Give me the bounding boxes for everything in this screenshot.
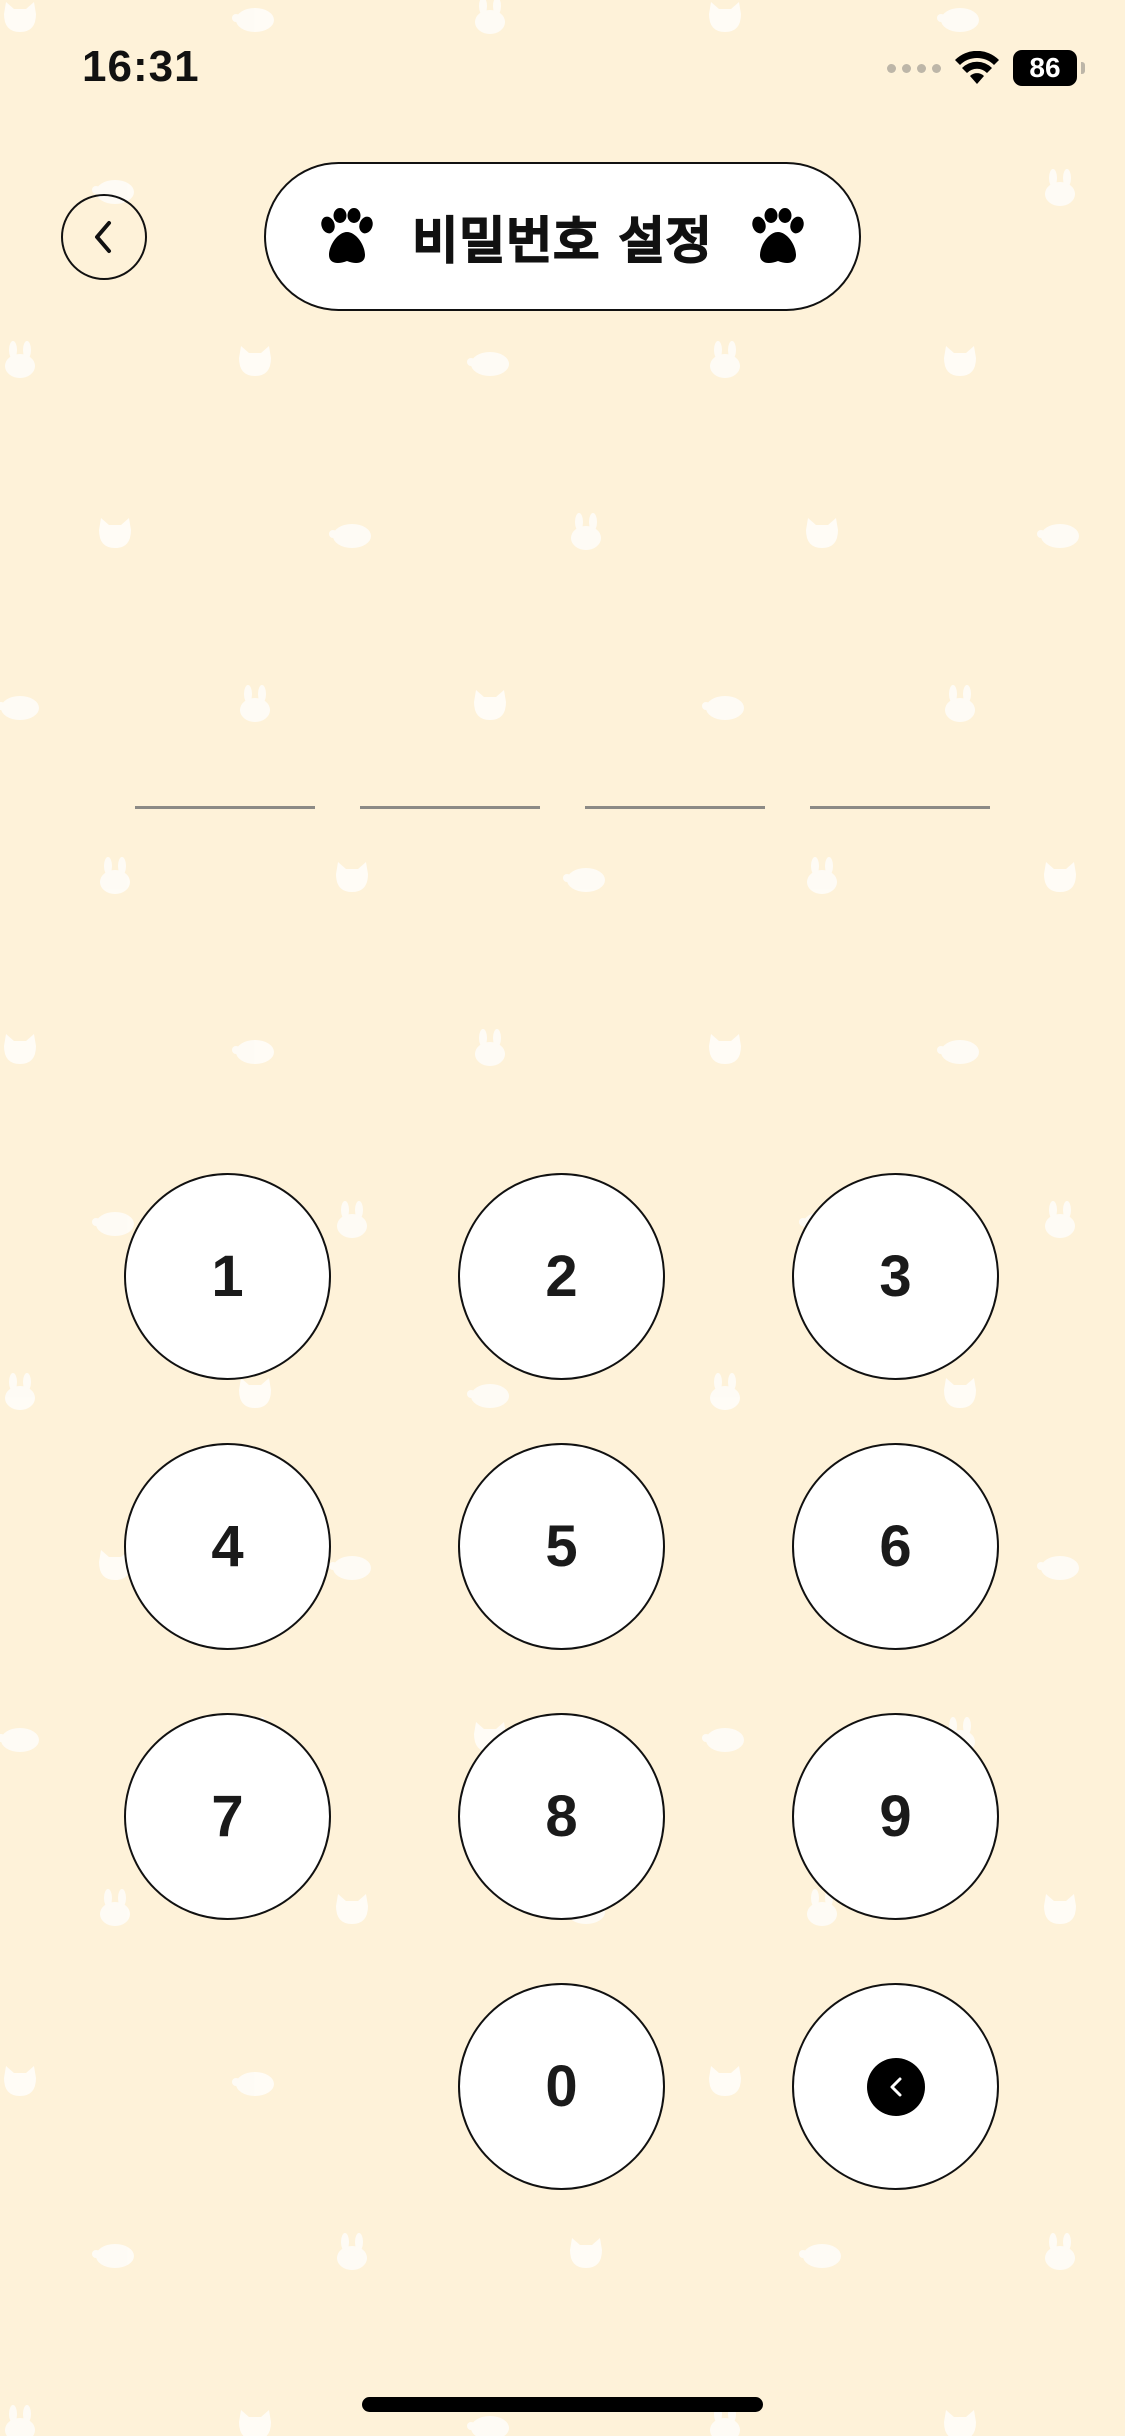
pin-slot (585, 806, 765, 809)
home-indicator (362, 2397, 763, 2412)
key-2[interactable]: 2 (458, 1173, 665, 1380)
key-4[interactable]: 4 (124, 1443, 331, 1650)
pin-slot (135, 806, 315, 809)
pin-slot (810, 806, 990, 809)
page-title-badge: 비밀번호 설정 (264, 162, 861, 311)
paw-icon (751, 207, 804, 263)
wifi-icon (955, 51, 999, 84)
key-1[interactable]: 1 (124, 1173, 331, 1380)
chevron-left-icon (95, 221, 111, 253)
key-7[interactable]: 7 (124, 1713, 331, 1920)
delete-button[interactable] (792, 1983, 999, 2190)
key-6[interactable]: 6 (792, 1443, 999, 1650)
pin-input (135, 806, 990, 810)
back-button[interactable] (61, 194, 147, 280)
battery-level: 86 (1029, 52, 1061, 83)
backspace-icon (866, 2057, 925, 2116)
page-title: 비밀번호 설정 (412, 211, 713, 271)
key-3[interactable]: 3 (792, 1173, 999, 1380)
pin-slot (360, 806, 540, 809)
paw-icon (321, 207, 373, 263)
status-indicators: 86 (887, 48, 1085, 88)
battery-icon: 86 (1013, 50, 1077, 86)
key-0[interactable]: 0 (458, 1983, 665, 2190)
status-time: 16:31 (82, 42, 200, 91)
key-9[interactable]: 9 (792, 1713, 999, 1920)
cellular-signal-icon (887, 63, 941, 73)
key-8[interactable]: 8 (458, 1713, 665, 1920)
status-bar: 16:31 86 (0, 0, 1125, 140)
key-5[interactable]: 5 (458, 1443, 665, 1650)
battery-tip (1081, 62, 1085, 74)
